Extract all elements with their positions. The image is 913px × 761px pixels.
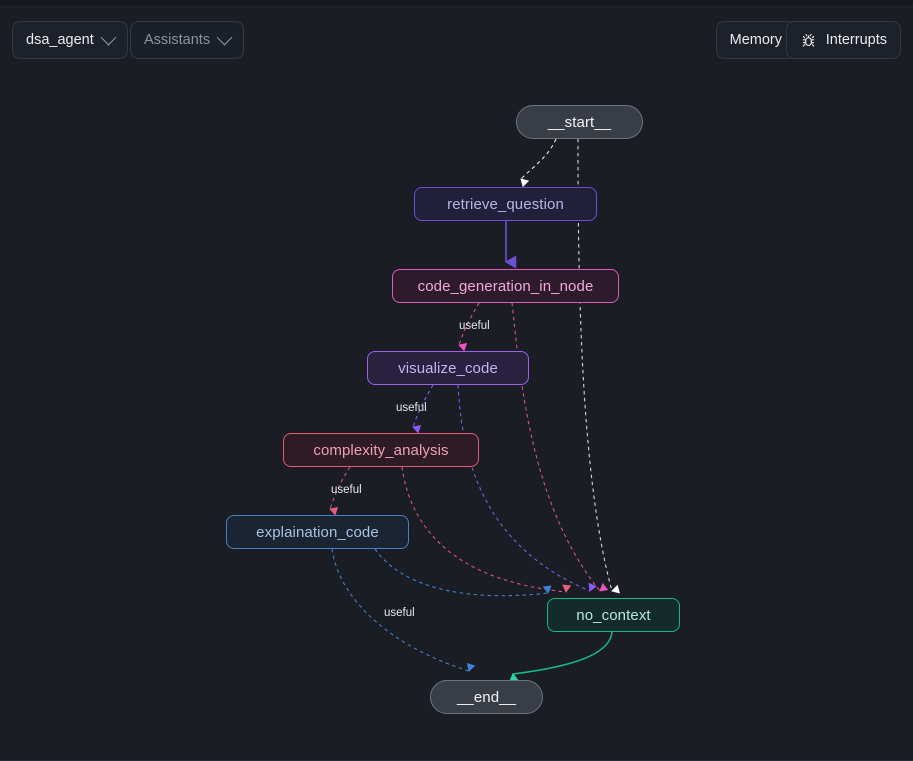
bug-icon bbox=[802, 33, 815, 47]
edge-start-to-retrieve bbox=[520, 138, 557, 188]
graph-node-end[interactable]: __end__ bbox=[430, 680, 543, 714]
graph-node-code-generation-in-node-label: code_generation_in_node bbox=[417, 277, 594, 295]
edge-explain-to-nocontext bbox=[374, 548, 552, 597]
graph-node-explaination-code[interactable]: explaination_code bbox=[226, 515, 409, 549]
graph-node-complexity-analysis-label: complexity_analysis bbox=[313, 441, 449, 459]
edge-label-codegen-visualize: useful bbox=[459, 320, 490, 332]
edge-codegen-to-nocontext bbox=[511, 302, 609, 592]
memory-button-label: Memory bbox=[729, 31, 782, 48]
interrupts-button[interactable]: Interrupts bbox=[785, 21, 901, 59]
graph-canvas[interactable]: __start__ retrieve_question code_generat… bbox=[0, 75, 913, 761]
memory-button[interactable]: Memory bbox=[715, 21, 796, 59]
graph-node-end-label: __end__ bbox=[456, 688, 517, 706]
agent-select-label: dsa_agent bbox=[26, 31, 94, 48]
toolbar: dsa_agent Assistants Memory Interrupts bbox=[0, 5, 913, 75]
assistants-select[interactable]: Assistants bbox=[130, 21, 245, 59]
graph-node-no-context[interactable]: no_context bbox=[547, 598, 680, 632]
chevron-down-icon bbox=[216, 29, 233, 45]
graph-node-start[interactable]: __start__ bbox=[516, 105, 643, 139]
graph-node-code-generation-in-node[interactable]: code_generation_in_node bbox=[392, 269, 619, 303]
graph-node-visualize-code[interactable]: visualize_code bbox=[367, 351, 529, 385]
graph-node-explaination-code-label: explaination_code bbox=[256, 523, 379, 541]
graph-node-complexity-analysis[interactable]: complexity_analysis bbox=[283, 433, 479, 467]
graph-edges bbox=[329, 138, 620, 685]
graph-node-retrieve-question-label: retrieve_question bbox=[447, 195, 564, 213]
edge-nocontext-to-end bbox=[508, 631, 613, 685]
edge-label-visualize-complexity: useful bbox=[396, 402, 427, 414]
edge-label-complexity-explain: useful bbox=[331, 484, 362, 496]
agent-select[interactable]: dsa_agent bbox=[12, 21, 128, 59]
edge-visualize-to-nocontext bbox=[457, 384, 597, 592]
graph-node-retrieve-question[interactable]: retrieve_question bbox=[414, 187, 597, 221]
graph-node-start-label: __start__ bbox=[547, 113, 612, 131]
graph-node-no-context-label: no_context bbox=[576, 606, 651, 624]
interrupts-button-label: Interrupts bbox=[825, 31, 887, 48]
graph-node-visualize-code-label: visualize_code bbox=[398, 359, 498, 377]
chevron-down-icon bbox=[100, 29, 117, 45]
edge-complexity-to-nocontext bbox=[401, 466, 572, 593]
edge-label-explain-end: useful bbox=[384, 607, 415, 619]
assistants-select-label: Assistants bbox=[144, 31, 211, 48]
graph-studio-window: dsa_agent Assistants Memory Interrupts _… bbox=[0, 0, 913, 761]
